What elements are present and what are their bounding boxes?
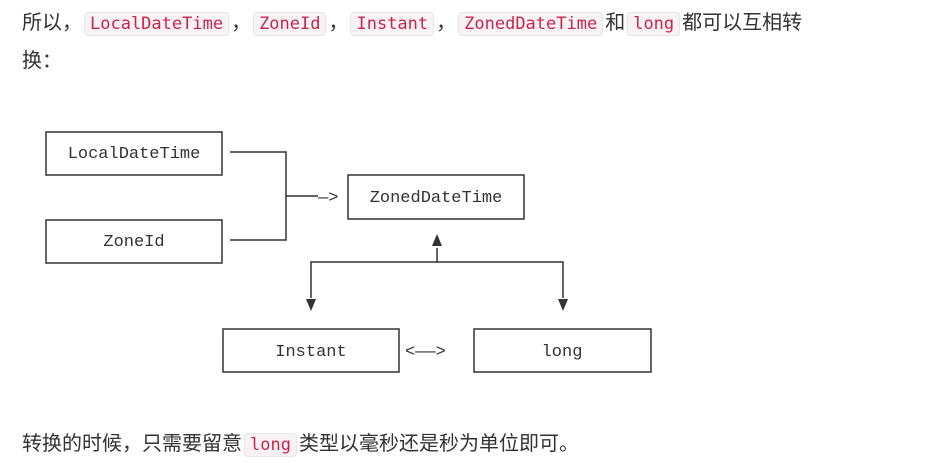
intro-line-1: 所以， LocalDateTime， ZoneId， Instant， ZonedDat… <box>22 4 802 42</box>
merge-connector <box>230 151 318 241</box>
arrowhead-down-instant <box>306 299 316 311</box>
note-prefix: 转换的时候，只需要留意 <box>22 431 242 455</box>
note-paragraph: 转换的时候，只需要留意 long 类型以毫秒还是秒为单位即可。 <box>22 425 579 463</box>
box-zoneid: ZoneId <box>45 219 223 264</box>
box-zoneid-label: ZoneId <box>103 233 164 252</box>
code-long-note: long <box>244 433 297 457</box>
box-long: long <box>473 328 652 373</box>
code-zoneid: ZoneId <box>253 12 327 36</box>
branch-connector <box>306 234 568 311</box>
intro-prefix: 所以， <box>22 10 82 34</box>
intro-conj: 和 <box>605 10 626 34</box>
box-localdatetime-label: LocalDateTime <box>68 145 201 164</box>
box-instant: Instant <box>222 328 400 373</box>
code-long: long <box>627 12 681 36</box>
code-instant: Instant <box>350 12 435 36</box>
arrowhead-down-long <box>558 299 568 311</box>
box-localdatetime: LocalDateTime <box>45 131 223 176</box>
box-zoneddatetime: ZonedDateTime <box>347 174 525 220</box>
intro-sep-2: ， <box>328 10 349 34</box>
intro-line-2: 换： <box>22 48 62 72</box>
conversion-diagram: LocalDateTime ZoneId ZonedDateTime Insta… <box>45 131 652 373</box>
intro-suffix: 都可以互相转 <box>682 10 803 34</box>
arrowhead-up <box>432 234 442 246</box>
arrow-to-zoneddatetime: —> <box>317 189 338 208</box>
box-instant-label: Instant <box>275 343 346 362</box>
arrow-instant-long: <——> <box>405 343 446 362</box>
intro-sep-3: ， <box>436 10 457 34</box>
box-long-label: long <box>542 343 583 362</box>
code-localdatetime: LocalDateTime <box>84 12 230 36</box>
box-zoneddatetime-label: ZonedDateTime <box>370 189 503 208</box>
intro-sep-1: ， <box>231 10 252 34</box>
intro-paragraph: 所以， LocalDateTime， ZoneId， Instant， ZonedDat… <box>22 4 802 78</box>
code-zoneddatetime: ZonedDateTime <box>458 12 604 36</box>
note-suffix: 类型以毫秒还是秒为单位即可。 <box>298 431 579 455</box>
